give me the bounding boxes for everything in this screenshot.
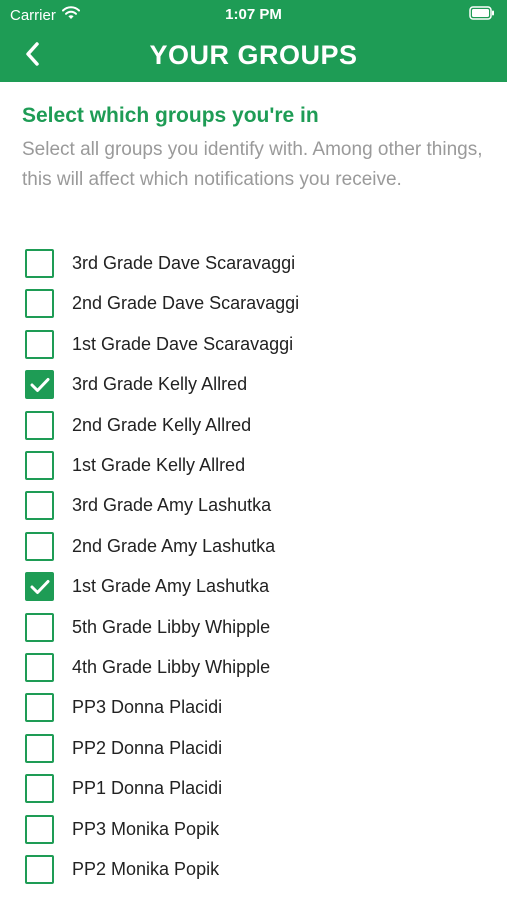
group-row[interactable]: 2nd Grade Kelly Allred — [0, 406, 507, 446]
checkbox-unchecked[interactable] — [25, 410, 54, 440]
group-label: 1st Grade Dave Scaravaggi — [72, 333, 294, 354]
group-row[interactable]: 1st Grade Kelly Allred — [0, 446, 507, 486]
status-time: 1:07 PM — [225, 6, 282, 23]
group-label: 1st Grade Kelly Allred — [72, 455, 246, 475]
group-row[interactable]: PP2 Monika Popik — [0, 850, 507, 890]
checkbox-unchecked[interactable] — [25, 774, 54, 804]
checkmark-icon — [30, 377, 49, 392]
checkbox-unchecked[interactable] — [25, 653, 54, 682]
group-label: 2nd Grade Kelly Allred — [72, 414, 252, 435]
groups-content: Select which groups you're in Select all… — [0, 82, 507, 900]
app-screen: Carrier 1:07 PM YOUR GROUPS Select which… — [0, 0, 507, 900]
group-label: 2nd Grade Dave Scaravaggi — [72, 293, 300, 314]
group-row[interactable]: 5th Grade Libby Whipple — [0, 608, 507, 648]
group-label: PP3 Monika Popik — [72, 818, 220, 839]
group-row[interactable]: 3rd Grade Dave Scaravaggi — [0, 244, 507, 284]
section-description: Select all groups you identify with. Amo… — [22, 139, 483, 190]
checkmark-icon — [30, 579, 49, 594]
group-label: PP1 Donna Placidi — [72, 778, 223, 799]
group-label: 3rd Grade Kelly Allred — [72, 374, 248, 395]
group-label: 5th Grade Libby Whipple — [72, 616, 271, 637]
checkbox-unchecked[interactable] — [25, 249, 54, 278]
checkbox-unchecked[interactable] — [25, 855, 54, 884]
group-label: 3rd Grade Amy Lashutka — [72, 495, 272, 516]
group-row[interactable]: PP3 Monika Popik — [0, 810, 507, 850]
checkbox-unchecked[interactable] — [25, 733, 54, 763]
top-bar: Carrier 1:07 PM YOUR GROUPS — [0, 0, 507, 82]
checkbox-checked[interactable] — [25, 370, 54, 400]
page-title: YOUR GROUPS — [149, 40, 358, 70]
group-row[interactable]: 3rd Grade Amy Lashutka — [0, 486, 507, 526]
group-label: 4th Grade Libby Whipple — [72, 657, 271, 677]
checkbox-unchecked[interactable] — [25, 814, 54, 844]
group-row[interactable]: 1st Grade Amy Lashutka — [0, 567, 507, 607]
status-bar: Carrier 1:07 PM — [0, 0, 507, 30]
checkbox-unchecked[interactable] — [25, 451, 54, 480]
group-label: PP3 Donna Placidi — [72, 697, 223, 718]
group-label: 3rd Grade Dave Scaravaggi — [72, 253, 296, 273]
group-row[interactable]: PP3 Donna Placidi — [0, 688, 507, 728]
group-row[interactable]: PP2 Donna Placidi — [0, 729, 507, 769]
checkbox-unchecked[interactable] — [25, 491, 54, 521]
group-row[interactable]: PP1 Donna Placidi — [0, 769, 507, 809]
checkbox-unchecked[interactable] — [25, 612, 54, 642]
group-label: 2nd Grade Amy Lashutka — [72, 535, 276, 556]
group-label: PP2 Monika Popik — [72, 859, 220, 879]
checkbox-checked[interactable] — [25, 572, 54, 602]
checkbox-unchecked[interactable] — [25, 329, 54, 359]
checkbox-unchecked[interactable] — [25, 531, 54, 561]
group-label: 1st Grade Amy Lashutka — [72, 576, 270, 597]
checkbox-unchecked[interactable] — [25, 289, 54, 319]
group-row[interactable]: 2nd Grade Amy Lashutka — [0, 527, 507, 567]
group-label: PP2 Donna Placidi — [72, 737, 223, 758]
group-row[interactable]: 2nd Grade Dave Scaravaggi — [0, 284, 507, 324]
nav-bar: YOUR GROUPS — [0, 30, 507, 82]
group-row[interactable]: 1st Grade Dave Scaravaggi — [0, 325, 507, 365]
group-row[interactable]: 4th Grade Libby Whipple — [0, 648, 507, 688]
checkbox-unchecked[interactable] — [25, 693, 54, 723]
section-heading: Select which groups you're in — [22, 104, 319, 127]
battery-icon — [469, 6, 495, 25]
group-row[interactable]: 3rd Grade Kelly Allred — [0, 365, 507, 405]
